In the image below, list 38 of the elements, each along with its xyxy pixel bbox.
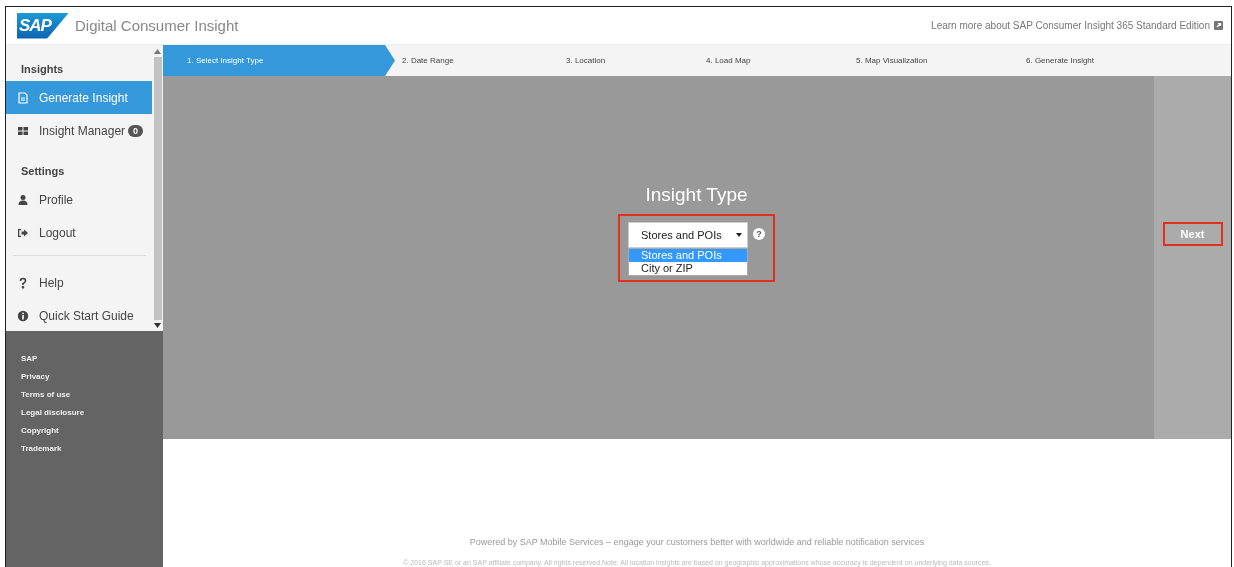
- caret-icon: [736, 233, 742, 237]
- wizard-step[interactable]: 2. Date Range: [395, 45, 533, 76]
- learn-more-link[interactable]: Learn more about SAP Consumer Insight 365 Standard Edition: [931, 20, 1210, 31]
- footer-link[interactable]: Privacy: [21, 371, 50, 383]
- footer-link[interactable]: Legal disclosure: [21, 407, 85, 419]
- footer-link[interactable]: Terms of use: [21, 389, 71, 401]
- sidebar-item[interactable]: Insight Manager 0: [6, 114, 152, 147]
- footer-link[interactable]: SAP: [21, 353, 38, 365]
- footer-link[interactable]: Copyright: [21, 425, 59, 437]
- sidebar-item[interactable]: Logout: [6, 216, 152, 249]
- sidebar-item[interactable]: Help: [6, 266, 152, 299]
- logout-icon: [17, 226, 29, 239]
- scrollbar-thumb[interactable]: [153, 57, 162, 320]
- help-icon: [17, 276, 29, 289]
- external-link-icon: [1214, 21, 1223, 30]
- powered-by-text: Powered by SAP Mobile Services – engage your customers better with worldwide and reliable notification services: [469, 537, 925, 547]
- wizard-step[interactable]: 3. Location: [533, 45, 673, 76]
- sidebar-item[interactable]: Quick Start Guide: [6, 299, 152, 332]
- count-badge: 0: [128, 124, 144, 137]
- help-icon[interactable]: ?: [753, 228, 765, 240]
- dropdown-option[interactable]: City or ZIP: [629, 262, 747, 275]
- scroll-up-icon[interactable]: [154, 49, 161, 54]
- sidebar-item[interactable]: Profile: [6, 183, 152, 216]
- footer-link[interactable]: Trademark: [21, 443, 62, 455]
- scroll-down-icon[interactable]: [154, 323, 161, 328]
- doc-icon: [17, 91, 29, 104]
- info-icon: [17, 309, 29, 322]
- wizard-step[interactable]: 4. Load Map: [673, 45, 823, 76]
- section-heading: Settings: [20, 164, 66, 179]
- user-icon: [17, 193, 29, 206]
- section-title: Insight Type: [645, 184, 748, 206]
- type-dropdown[interactable]: Stores and POIs: [628, 222, 748, 248]
- section-heading: Insights: [20, 62, 65, 77]
- grid-icon: [17, 124, 29, 137]
- sap-logo: SAP: [17, 12, 69, 39]
- wizard-step[interactable]: 5. Map Visualization: [823, 45, 1026, 76]
- app-title: Digital Consumer Insight: [75, 17, 239, 34]
- wizard-step[interactable]: 6. Generate Insight: [1026, 45, 1095, 76]
